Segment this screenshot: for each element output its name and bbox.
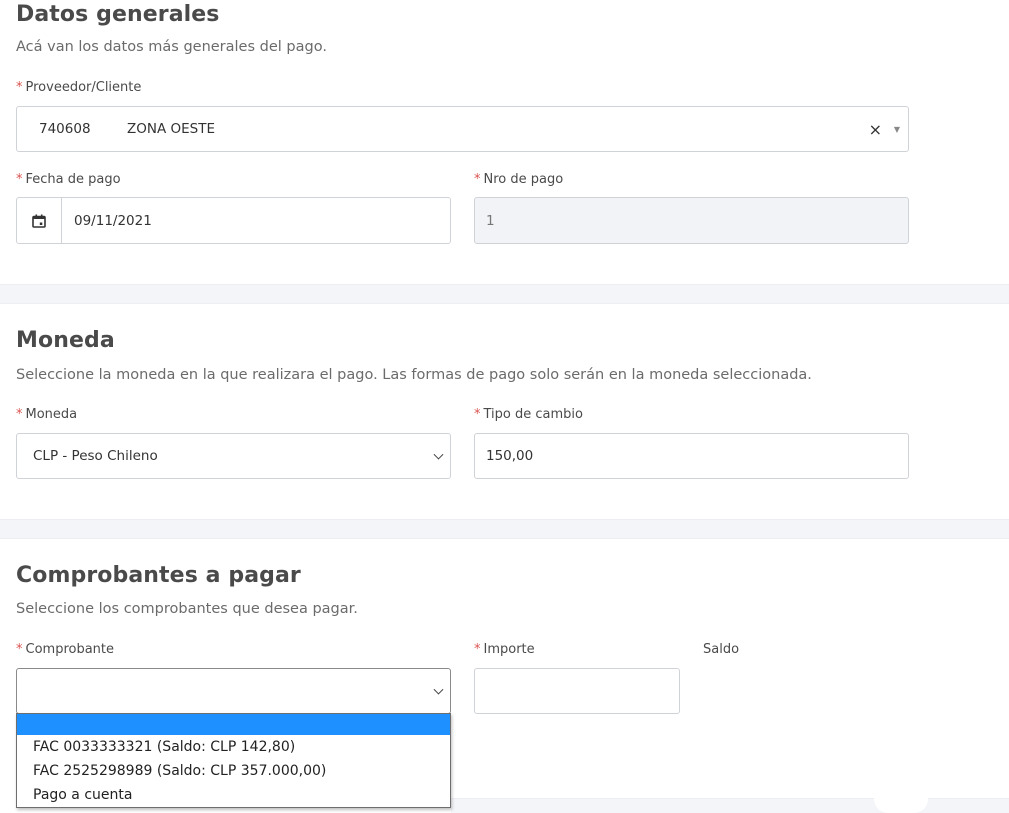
section-divider <box>0 284 1009 304</box>
proveedor-label: * Proveedor/Cliente <box>16 80 141 95</box>
required-marker: * <box>16 80 23 95</box>
comprobante-label-text: Comprobante <box>25 642 115 657</box>
fecha-field[interactable]: 09/11/2021 <box>16 197 451 244</box>
required-marker: * <box>16 642 23 657</box>
payment-form-page: Datos generales Acá van los datos más ge… <box>0 0 1009 813</box>
comprobante-label: * Comprobante <box>16 642 114 657</box>
calendar-icon[interactable] <box>17 198 62 243</box>
chevron-down-icon <box>433 684 444 695</box>
moneda-label-text: Moneda <box>25 407 78 422</box>
importe-input[interactable] <box>474 668 680 714</box>
nro-pago-label-text: Nro de pago <box>483 172 564 187</box>
tipo-cambio-label-text: Tipo de cambio <box>483 407 583 422</box>
nro-pago-value: 1 <box>486 212 495 229</box>
proveedor-code: 740608 <box>39 121 91 137</box>
proveedor-name: ZONA OESTE <box>127 121 216 137</box>
chevron-down-icon <box>433 449 444 460</box>
tipo-cambio-input[interactable]: 150,00 <box>474 433 909 479</box>
moneda-label: * Moneda <box>16 407 77 422</box>
required-marker: * <box>474 407 481 422</box>
nro-pago-label: * Nro de pago <box>474 172 563 187</box>
section-desc-comprobantes: Seleccione los comprobantes que desea pa… <box>16 601 358 617</box>
required-marker: * <box>16 172 23 187</box>
caret-down-icon[interactable]: ▼ <box>894 125 900 134</box>
dropdown-option-fac-0033333321[interactable]: FAC 0033333321 (Saldo: CLP 142,80) <box>17 735 450 759</box>
proveedor-label-text: Proveedor/Cliente <box>25 80 142 95</box>
dropdown-option-fac-2525298989[interactable]: FAC 2525298989 (Saldo: CLP 357.000,00) <box>17 759 450 783</box>
fecha-label: * Fecha de pago <box>16 172 121 187</box>
tipo-cambio-value: 150,00 <box>486 448 534 464</box>
clear-icon[interactable]: × <box>869 120 882 139</box>
floating-widget-edge <box>874 798 928 813</box>
section-title-moneda: Moneda <box>16 328 115 353</box>
section-desc-datos-generales: Acá van los datos más generales del pago… <box>16 39 327 55</box>
comprobante-select[interactable] <box>16 668 451 714</box>
proveedor-select[interactable]: 740608 ZONA OESTE × ▼ <box>16 106 909 152</box>
saldo-label: Saldo <box>703 642 740 657</box>
section-desc-moneda: Seleccione la moneda en la que realizara… <box>16 367 812 383</box>
tipo-cambio-label: * Tipo de cambio <box>474 407 583 422</box>
importe-label: * Importe <box>474 642 535 657</box>
section-title-comprobantes: Comprobantes a pagar <box>16 563 301 588</box>
dropdown-option-empty[interactable] <box>17 714 450 735</box>
moneda-select[interactable]: CLP - Peso Chileno <box>16 433 451 479</box>
required-marker: * <box>474 642 481 657</box>
nro-pago-field: 1 <box>474 197 909 244</box>
dropdown-option-pago-a-cuenta[interactable]: Pago a cuenta <box>17 783 450 807</box>
fecha-label-text: Fecha de pago <box>25 172 121 187</box>
importe-label-text: Importe <box>483 642 535 657</box>
required-marker: * <box>16 407 23 422</box>
section-title-datos-generales: Datos generales <box>16 2 220 27</box>
fecha-value: 09/11/2021 <box>74 212 152 229</box>
section-divider <box>0 519 1009 539</box>
comprobante-dropdown-list: FAC 0033333321 (Saldo: CLP 142,80) FAC 2… <box>16 713 451 808</box>
moneda-value: CLP - Peso Chileno <box>33 448 158 464</box>
required-marker: * <box>474 172 481 187</box>
